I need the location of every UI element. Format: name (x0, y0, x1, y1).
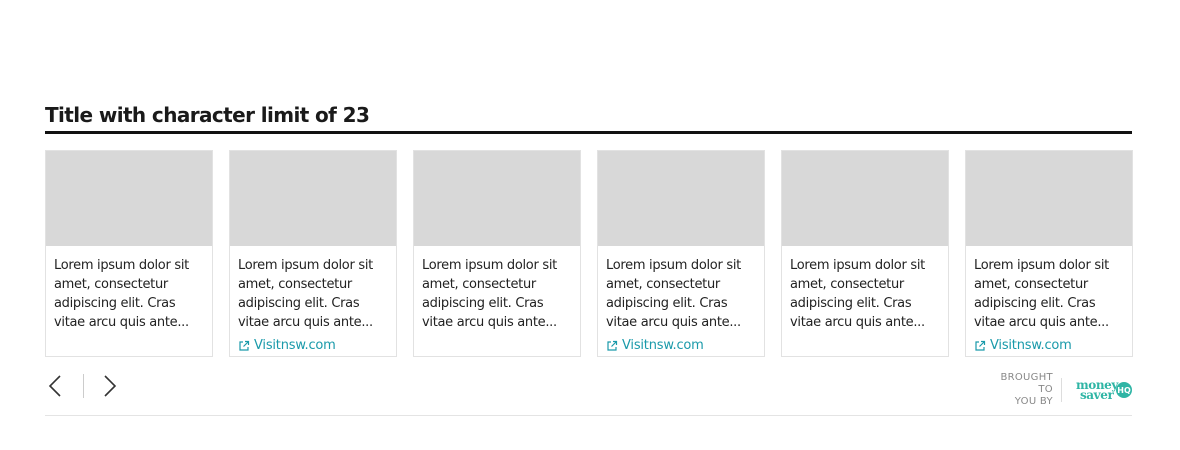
card-image-placeholder (782, 151, 948, 246)
content-carousel-section: Title with character limit of 23 Lorem i… (45, 100, 1133, 416)
card-link-label: Visitnsw.com (622, 338, 704, 353)
bottom-divider (45, 415, 1132, 416)
card-carousel: Lorem ipsum dolor sit amet, consectetur … (45, 150, 1145, 360)
article-card[interactable]: Lorem ipsum dolor sit amet, consectetur … (597, 150, 765, 357)
card-source-link[interactable]: Visitnsw.com (606, 338, 704, 354)
card-text: Lorem ipsum dolor sit amet, consectetur … (790, 258, 925, 330)
external-link-icon (607, 340, 618, 351)
card-text: Lorem ipsum dolor sit amet, consectetur … (422, 258, 557, 330)
sponsor-block: BROUGHT TO YOU BY money saver HQ (983, 372, 1132, 408)
card-text: Lorem ipsum dolor sit amet, consectetur … (238, 258, 373, 330)
previous-button[interactable] (45, 371, 65, 401)
card-source-link[interactable]: Visitnsw.com (974, 338, 1072, 354)
card-image-placeholder (414, 151, 580, 246)
sponsor-label: BROUGHT TO YOU BY (983, 372, 1053, 408)
external-link-icon (975, 340, 986, 351)
logo-wordmark: money saver (1076, 379, 1118, 402)
sponsor-label-line1: BROUGHT TO (1000, 372, 1053, 395)
article-card[interactable]: Lorem ipsum dolor sit amet, consectetur … (413, 150, 581, 357)
card-image-placeholder (966, 151, 1132, 246)
card-text: Lorem ipsum dolor sit amet, consectetur … (54, 258, 189, 330)
sponsor-label-line2: YOU BY (1014, 396, 1053, 407)
nav-divider (83, 374, 84, 398)
card-image-placeholder (230, 151, 396, 246)
external-link-icon (239, 340, 250, 351)
title-divider (45, 131, 1132, 134)
article-card[interactable]: Lorem ipsum dolor sit amet, consectetur … (229, 150, 397, 357)
card-source-link[interactable]: Visitnsw.com (238, 338, 336, 354)
article-card[interactable]: Lorem ipsum dolor sit amet, consectetur … (45, 150, 213, 357)
card-link-label: Visitnsw.com (254, 338, 336, 353)
article-card[interactable]: Lorem ipsum dolor sit amet, consectetur … (781, 150, 949, 357)
card-image-placeholder (46, 151, 212, 246)
logo-word-saver: saver (1079, 388, 1114, 402)
card-link-label: Visitnsw.com (990, 338, 1072, 353)
section-title: Title with character limit of 23 (45, 103, 370, 127)
article-card[interactable]: Lorem ipsum dolor sit amet, consectetur … (965, 150, 1133, 357)
next-button[interactable] (100, 371, 120, 401)
card-image-placeholder (598, 151, 764, 246)
chevron-right-icon (104, 375, 117, 397)
card-text: Lorem ipsum dolor sit amet, consectetur … (606, 258, 741, 330)
sponsor-divider (1060, 378, 1062, 402)
logo-badge: HQ (1116, 382, 1132, 398)
card-text: Lorem ipsum dolor sit amet, consectetur … (974, 258, 1109, 330)
moneysaver-logo[interactable]: money saver HQ (1076, 379, 1132, 402)
chevron-left-icon (48, 375, 61, 397)
carousel-navigation (45, 370, 120, 402)
